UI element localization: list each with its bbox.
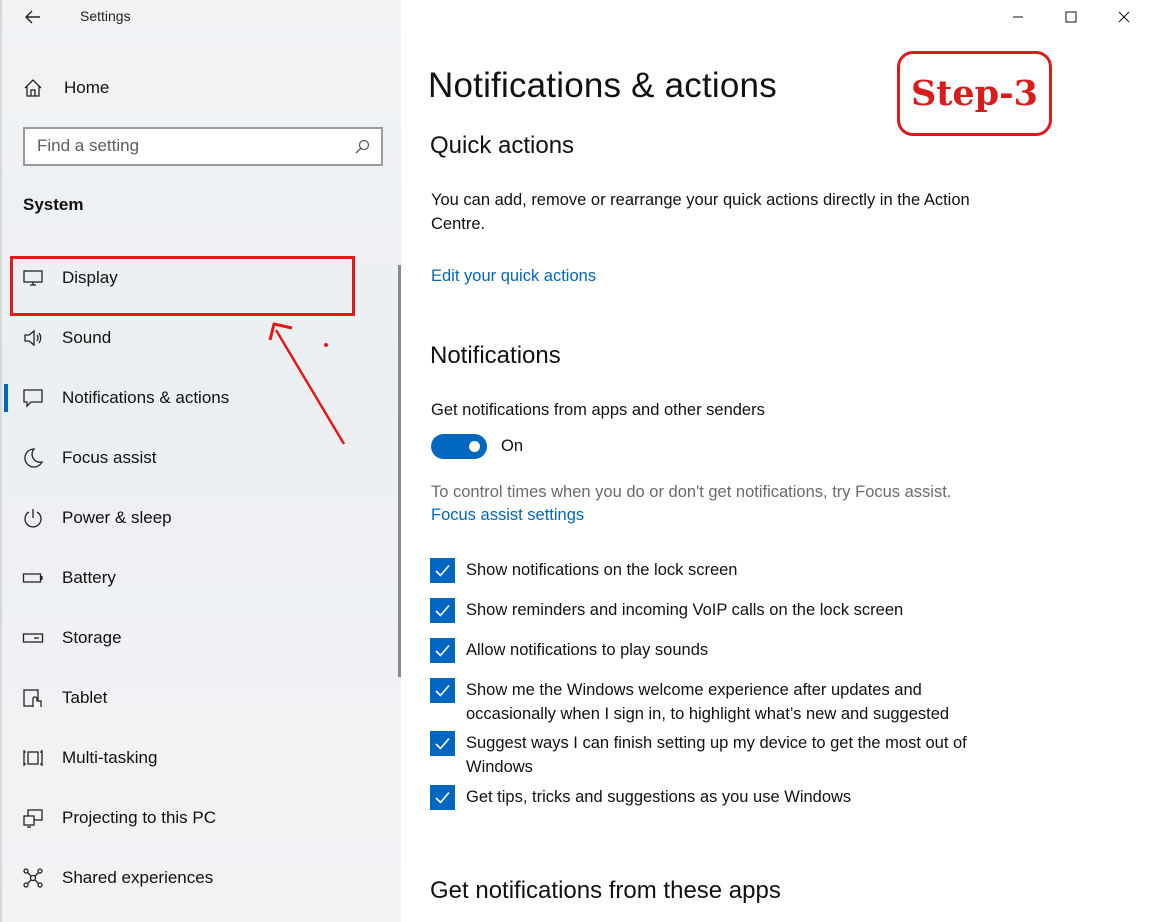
step-label: Step-3: [910, 73, 1039, 114]
toggle-knob: [469, 441, 480, 452]
sidebar-item-multitasking[interactable]: Multi-tasking: [2, 728, 398, 788]
sidebar-item-notifications[interactable]: Notifications & actions: [2, 368, 398, 428]
edit-quick-actions-link[interactable]: Edit your quick actions: [431, 267, 596, 286]
close-icon: [1118, 11, 1129, 23]
checkmark-icon: [435, 791, 450, 804]
quick-actions-heading: Quick actions: [430, 132, 575, 159]
toggle-caption: Get notifications from apps and other se…: [431, 401, 765, 419]
search-input[interactable]: [37, 136, 337, 156]
sidebar-item-label: Display: [62, 268, 118, 287]
search-icon[interactable]: [353, 138, 371, 156]
sidebar-item-label: Storage: [62, 628, 122, 647]
sidebar-item-label: Projecting to this PC: [62, 808, 217, 827]
minimize-icon: [1012, 16, 1023, 18]
focus-assist-settings-link[interactable]: Focus assist settings: [431, 506, 584, 525]
checkbox-label: Show notifications on the lock screen: [466, 561, 738, 579]
checkbox[interactable]: [430, 731, 455, 756]
sidebar-item-label: Multi-tasking: [62, 748, 158, 767]
checkbox-label: Get tips, tricks and suggestions as you …: [466, 788, 852, 806]
sidebar-item-display[interactable]: Display: [2, 248, 398, 308]
sidebar-item-projecting[interactable]: Projecting to this PC: [2, 788, 398, 848]
checkbox-label: Show reminders and incoming VoIP calls o…: [466, 601, 904, 619]
checkmark-icon: [435, 737, 450, 750]
checkbox-lock-screen[interactable]: Show notifications on the lock screen: [430, 558, 996, 583]
tablet-icon: [22, 687, 44, 709]
home-icon: [24, 79, 42, 97]
sidebar-item-label: Battery: [62, 568, 116, 587]
checkbox-voip-reminders[interactable]: Show reminders and incoming VoIP calls o…: [430, 598, 996, 623]
quick-actions-description: You can add, remove or rearrange your qu…: [431, 191, 970, 233]
checkmark-icon: [435, 644, 450, 657]
monitor-icon: [22, 267, 44, 289]
checkbox[interactable]: [430, 638, 455, 663]
focus-assist-hint: To control times when you do or don't ge…: [431, 483, 952, 501]
message-icon: [22, 387, 44, 409]
sidebar-item-power-sleep[interactable]: Power & sleep: [2, 488, 398, 548]
checkbox-label: Allow notifications to play sounds: [466, 641, 709, 659]
multitask-icon: [22, 747, 44, 769]
checkbox-label: Show me the Windows welcome experience a…: [466, 681, 950, 723]
sidebar-item-label: Sound: [62, 328, 112, 347]
notifications-heading: Notifications: [430, 342, 561, 369]
apps-notifications-heading: Get notifications from these apps: [430, 877, 781, 904]
battery-icon: [22, 567, 44, 589]
projector-icon: [22, 807, 44, 829]
checkbox[interactable]: [430, 598, 455, 623]
sidebar-item-label: Notifications & actions: [62, 388, 230, 407]
power-icon: [22, 507, 44, 529]
title-bar: Settings: [2, 0, 403, 34]
sidebar-item-shared-experiences[interactable]: Shared experiences: [2, 848, 398, 908]
checkmark-icon: [435, 564, 450, 577]
sidebar-nav-list: Display Sound Notifications & actions Fo…: [2, 248, 398, 908]
drive-icon: [22, 627, 44, 649]
sidebar-item-tablet[interactable]: Tablet: [2, 668, 398, 728]
main-content: Notifications & actions Quick actions Yo…: [401, 0, 1150, 922]
close-button[interactable]: [1097, 0, 1150, 34]
speaker-icon: [22, 327, 44, 349]
maximize-icon: [1065, 11, 1076, 23]
minimize-button[interactable]: [991, 0, 1044, 34]
sidebar-item-storage[interactable]: Storage: [2, 608, 398, 668]
checkbox-welcome-experience[interactable]: Show me the Windows welcome experience a…: [430, 678, 996, 726]
settings-sidebar: Settings Home System Display Sound: [0, 0, 401, 922]
maximize-button[interactable]: [1044, 0, 1097, 34]
sidebar-item-sound[interactable]: Sound: [2, 308, 398, 368]
page-title: Notifications & actions: [428, 66, 777, 105]
share-icon: [22, 867, 44, 889]
nav-home-label: Home: [64, 78, 110, 97]
sidebar-item-battery[interactable]: Battery: [2, 548, 398, 608]
sidebar-item-label: Tablet: [62, 688, 108, 707]
sidebar-item-focus-assist[interactable]: Focus assist: [2, 428, 398, 488]
nav-home[interactable]: Home: [22, 72, 382, 104]
toggle-state-label: On: [501, 437, 524, 455]
notifications-toggle[interactable]: [431, 434, 487, 459]
checkbox[interactable]: [430, 678, 455, 703]
search-box[interactable]: [23, 127, 383, 166]
section-title-system: System: [23, 195, 84, 214]
checkbox[interactable]: [430, 558, 455, 583]
annotation-step-badge: Step-3: [897, 51, 1052, 136]
sidebar-item-label: Focus assist: [62, 448, 157, 467]
back-button[interactable]: [20, 5, 46, 29]
moon-icon: [22, 447, 44, 469]
checkbox-tips-tricks[interactable]: Get tips, tricks and suggestions as you …: [430, 785, 996, 810]
checkbox-label: Suggest ways I can finish setting up my …: [466, 734, 967, 776]
window-controls: [991, 0, 1150, 34]
app-title: Settings: [80, 8, 131, 24]
checkbox-suggest-setup[interactable]: Suggest ways I can finish setting up my …: [430, 731, 996, 779]
checkmark-icon: [435, 684, 450, 697]
checkmark-icon: [435, 604, 450, 617]
sidebar-item-label: Shared experiences: [62, 868, 214, 887]
sidebar-item-label: Power & sleep: [62, 508, 172, 527]
checkbox[interactable]: [430, 785, 455, 810]
back-arrow-icon: [25, 10, 40, 24]
checkbox-play-sounds[interactable]: Allow notifications to play sounds: [430, 638, 996, 663]
